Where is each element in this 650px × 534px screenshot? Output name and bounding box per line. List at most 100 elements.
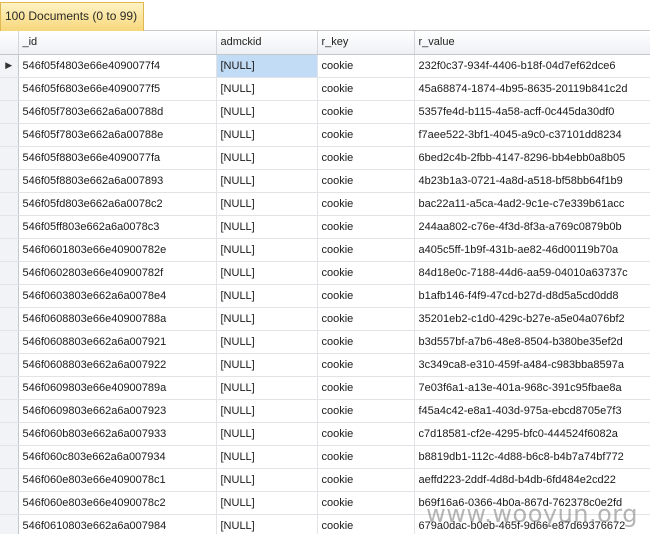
cell-r-value[interactable]: 84d18e0c-7188-44d6-aa59-04010a63737c (414, 261, 650, 285)
cell-r-key[interactable]: cookie (317, 284, 415, 308)
row-selector[interactable] (0, 491, 19, 515)
table-row[interactable]: 546f0609803e66e40900789a [NULL] cookie 7e03… (0, 376, 650, 400)
cell-r-key[interactable]: cookie (317, 445, 415, 469)
row-selector[interactable] (0, 284, 19, 308)
table-row[interactable]: 546f05f7803e662a6a00788e [NULL] cookie f7ae… (0, 123, 650, 147)
cell-id[interactable]: 546f0601803e66e40900782e (18, 238, 217, 262)
row-selector-header[interactable] (0, 31, 19, 55)
cell-admckid[interactable]: [NULL] (216, 192, 318, 216)
row-selector[interactable] (0, 445, 19, 469)
cell-id[interactable]: 546f0610803e662a6a007984 (18, 514, 217, 534)
cell-admckid[interactable]: [NULL] (216, 215, 318, 239)
cell-id[interactable]: 546f0608803e662a6a007922 (18, 353, 217, 377)
documents-grid[interactable]: _id admckid r_key r_value ▶ 546f05f4803e6… (0, 31, 650, 534)
table-row[interactable]: 546f05fd803e662a6a0078c2 [NULL] cookie bac2… (0, 192, 650, 216)
cell-admckid[interactable]: [NULL] (216, 399, 318, 423)
cell-admckid[interactable]: [NULL] (216, 422, 318, 446)
cell-r-key[interactable]: cookie (317, 491, 415, 515)
cell-r-value[interactable]: c7d18581-cf2e-4295-bfc0-444524f6082a (414, 422, 650, 446)
cell-admckid[interactable]: [NULL] (216, 376, 318, 400)
cell-r-key[interactable]: cookie (317, 54, 415, 78)
cell-r-key[interactable]: cookie (317, 77, 415, 101)
cell-id[interactable]: 546f060b803e662a6a007933 (18, 422, 217, 446)
cell-r-key[interactable]: cookie (317, 468, 415, 492)
cell-r-value[interactable]: 5357fe4d-b115-4a58-acff-0c445da30df0 (414, 100, 650, 124)
cell-id[interactable]: 546f05f4803e66e4090077f4 (18, 54, 217, 78)
row-selector[interactable] (0, 123, 19, 147)
table-row[interactable]: 546f0608803e662a6a007921 [NULL] cookie b3d5… (0, 330, 650, 354)
row-selector[interactable] (0, 422, 19, 446)
cell-admckid[interactable]: [NULL] (216, 169, 318, 193)
cell-r-value[interactable]: 679a0dac-b0eb-465f-9d66-e87d69376672 (414, 514, 650, 534)
cell-admckid[interactable]: [NULL] (216, 123, 318, 147)
cell-r-key[interactable]: cookie (317, 376, 415, 400)
cell-r-key[interactable]: cookie (317, 192, 415, 216)
row-selector[interactable] (0, 192, 19, 216)
cell-r-value[interactable]: aeffd223-2ddf-4d8d-b4db-6fd484e2cd22 (414, 468, 650, 492)
cell-id[interactable]: 546f0602803e66e40900782f (18, 261, 217, 285)
table-row[interactable]: 546f0602803e66e40900782f [NULL] cookie 84d1… (0, 261, 650, 285)
cell-admckid[interactable]: [NULL] (216, 468, 318, 492)
cell-r-key[interactable]: cookie (317, 261, 415, 285)
cell-id[interactable]: 546f05fd803e662a6a0078c2 (18, 192, 217, 216)
cell-r-key[interactable]: cookie (317, 146, 415, 170)
table-row[interactable]: 546f05f6803e66e4090077f5 [NULL] cookie 45a6… (0, 77, 650, 101)
table-row[interactable]: 546f060e803e66e4090078c2 [NULL] cookie b69f… (0, 491, 650, 515)
cell-id[interactable]: 546f060e803e66e4090078c1 (18, 468, 217, 492)
cell-admckid[interactable]: [NULL] (216, 307, 318, 331)
cell-admckid[interactable]: [NULL] (216, 238, 318, 262)
cell-id[interactable]: 546f060c803e662a6a007934 (18, 445, 217, 469)
cell-r-key[interactable]: cookie (317, 215, 415, 239)
cell-id[interactable]: 546f05f6803e66e4090077f5 (18, 77, 217, 101)
row-selector[interactable] (0, 468, 19, 492)
row-selector[interactable] (0, 330, 19, 354)
row-selector[interactable] (0, 215, 19, 239)
cell-r-value[interactable]: f45a4c42-e8a1-403d-975a-ebcd8705e7f3 (414, 399, 650, 423)
row-selector[interactable] (0, 307, 19, 331)
cell-id[interactable]: 546f05f8803e66e4090077fa (18, 146, 217, 170)
row-selector[interactable] (0, 238, 19, 262)
cell-r-key[interactable]: cookie (317, 353, 415, 377)
cell-r-value[interactable]: b3d557bf-a7b6-48e8-8504-b380be35ef2d (414, 330, 650, 354)
table-row[interactable]: ▶ 546f05f4803e66e4090077f4 [NULL] cookie 232… (0, 54, 650, 78)
cell-r-key[interactable]: cookie (317, 399, 415, 423)
cell-admckid[interactable]: [NULL] (216, 146, 318, 170)
cell-id[interactable]: 546f05f8803e662a6a007893 (18, 169, 217, 193)
cell-r-key[interactable]: cookie (317, 514, 415, 534)
cell-r-value[interactable]: 45a68874-1874-4b95-8635-20119b841c2d (414, 77, 650, 101)
cell-id[interactable]: 546f060e803e66e4090078c2 (18, 491, 217, 515)
cell-r-key[interactable]: cookie (317, 169, 415, 193)
cell-id[interactable]: 546f05f7803e662a6a00788d (18, 100, 217, 124)
tab-documents[interactable]: 100 Documents (0 to 99) (0, 2, 144, 31)
table-row[interactable]: 546f0601803e66e40900782e [NULL] cookie a405… (0, 238, 650, 262)
cell-r-value[interactable]: 7e03f6a1-a13e-401a-968c-391c95fbae8a (414, 376, 650, 400)
row-selector[interactable] (0, 376, 19, 400)
cell-admckid[interactable]: [NULL] (216, 353, 318, 377)
row-selector[interactable] (0, 100, 19, 124)
cell-r-key[interactable]: cookie (317, 422, 415, 446)
cell-r-value[interactable]: b69f16a6-0366-4b0a-867d-762378c0e2fd (414, 491, 650, 515)
cell-id[interactable]: 546f0609803e66e40900789a (18, 376, 217, 400)
cell-admckid[interactable]: [NULL] (216, 330, 318, 354)
cell-r-value[interactable]: 3c349ca8-e310-459f-a484-c983bba8597a (414, 353, 650, 377)
cell-r-key[interactable]: cookie (317, 238, 415, 262)
cell-r-value[interactable]: 4b23b1a3-0721-4a8d-a518-bf58bb64f1b9 (414, 169, 650, 193)
cell-admckid[interactable]: [NULL] (216, 261, 318, 285)
row-selector[interactable] (0, 77, 19, 101)
cell-r-value[interactable]: a405c5ff-1b9f-431b-ae82-46d00119b70a (414, 238, 650, 262)
cell-r-key[interactable]: cookie (317, 100, 415, 124)
cell-r-value[interactable]: 232f0c37-934f-4406-b18f-04d7ef62dce6 (414, 54, 650, 78)
row-selector[interactable] (0, 399, 19, 423)
cell-id[interactable]: 546f0609803e662a6a007923 (18, 399, 217, 423)
row-selector[interactable] (0, 146, 19, 170)
cell-id[interactable]: 546f05ff803e662a6a0078c3 (18, 215, 217, 239)
cell-r-key[interactable]: cookie (317, 307, 415, 331)
cell-id[interactable]: 546f05f7803e662a6a00788e (18, 123, 217, 147)
table-row[interactable]: 546f05f8803e662a6a007893 [NULL] cookie 4b23… (0, 169, 650, 193)
table-row[interactable]: 546f0608803e66e40900788a [NULL] cookie 3520… (0, 307, 650, 331)
table-row[interactable]: 546f05f8803e66e4090077fa [NULL] cookie 6bed… (0, 146, 650, 170)
cell-r-value[interactable]: 6bed2c4b-2fbb-4147-8296-bb4ebb0a8b05 (414, 146, 650, 170)
table-row[interactable]: 546f060c803e662a6a007934 [NULL] cookie b881… (0, 445, 650, 469)
cell-r-key[interactable]: cookie (317, 330, 415, 354)
row-selector[interactable] (0, 353, 19, 377)
